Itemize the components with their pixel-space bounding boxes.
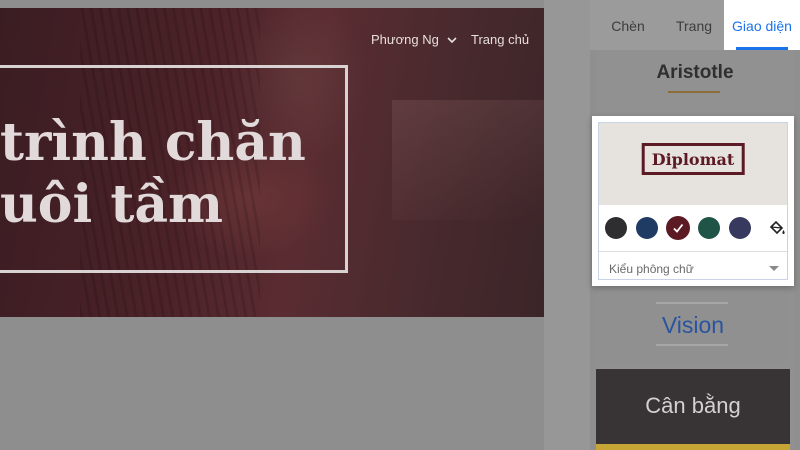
tab-pages[interactable]: Trang <box>668 0 720 50</box>
theme-balance[interactable]: Cân bằng <box>596 369 790 450</box>
chevron-down-icon <box>447 37 458 44</box>
font-style-label: Kiểu phông chữ <box>609 262 694 276</box>
paint-bucket-icon[interactable] <box>767 218 787 238</box>
color-swatch-5[interactable] <box>729 217 751 239</box>
canvas-scroll-gutter <box>544 0 590 450</box>
theme-diplomat-label: Diplomat <box>641 143 745 175</box>
nav-user-menu[interactable]: Phương Ng <box>371 32 458 47</box>
panel-tabs: Chèn Trang Giao diện <box>590 0 800 50</box>
theme-diplomat-card[interactable]: Diplomat Kiểu phông chữ <box>592 116 794 286</box>
theme-card-frame: Diplomat Kiểu phông chữ <box>598 122 788 280</box>
theme-vision-line-bottom <box>656 344 728 346</box>
theme-diplomat-preview[interactable]: Diplomat <box>599 123 787 205</box>
theme-vision-label: Vision <box>661 312 725 338</box>
color-swatch-3[interactable] <box>667 217 689 239</box>
theme-balance-accent <box>596 444 790 450</box>
tab-themes-label: Giao diện <box>732 18 792 34</box>
hero-photo-highlight <box>392 100 544 220</box>
hero-banner[interactable]: trình chăn uôi tầm Phương Ng Trang chủ <box>0 8 544 317</box>
site-title[interactable]: trình chăn uôi tầm <box>0 112 306 236</box>
nav-home-link[interactable]: Trang chủ <box>471 32 529 47</box>
tab-insert[interactable]: Chèn <box>604 0 652 50</box>
theme-aristotle-label: Aristotle <box>656 62 734 83</box>
theme-vision-line-top <box>656 302 728 304</box>
theme-aristotle[interactable]: Aristotle <box>596 50 794 114</box>
site-title-line-1: trình chăn <box>0 112 306 173</box>
theme-aristotle-accent <box>668 91 720 93</box>
color-swatch-4[interactable] <box>698 217 720 239</box>
theme-balance-label: Cân bằng <box>645 393 741 418</box>
site-title-line-2: uôi tầm <box>0 174 224 235</box>
check-icon <box>673 223 684 233</box>
color-swatch-2[interactable] <box>636 217 658 239</box>
theme-vision[interactable]: Vision <box>596 294 790 366</box>
dropdown-arrow-icon <box>769 266 779 271</box>
font-style-select[interactable]: Kiểu phông chữ <box>599 251 787 286</box>
editor-canvas: trình chăn uôi tầm Phương Ng Trang chủ <box>0 0 590 450</box>
tab-themes[interactable]: Giao diện <box>724 0 800 50</box>
color-swatch-1[interactable] <box>605 217 627 239</box>
nav-user-label: Phương Ng <box>371 32 439 47</box>
